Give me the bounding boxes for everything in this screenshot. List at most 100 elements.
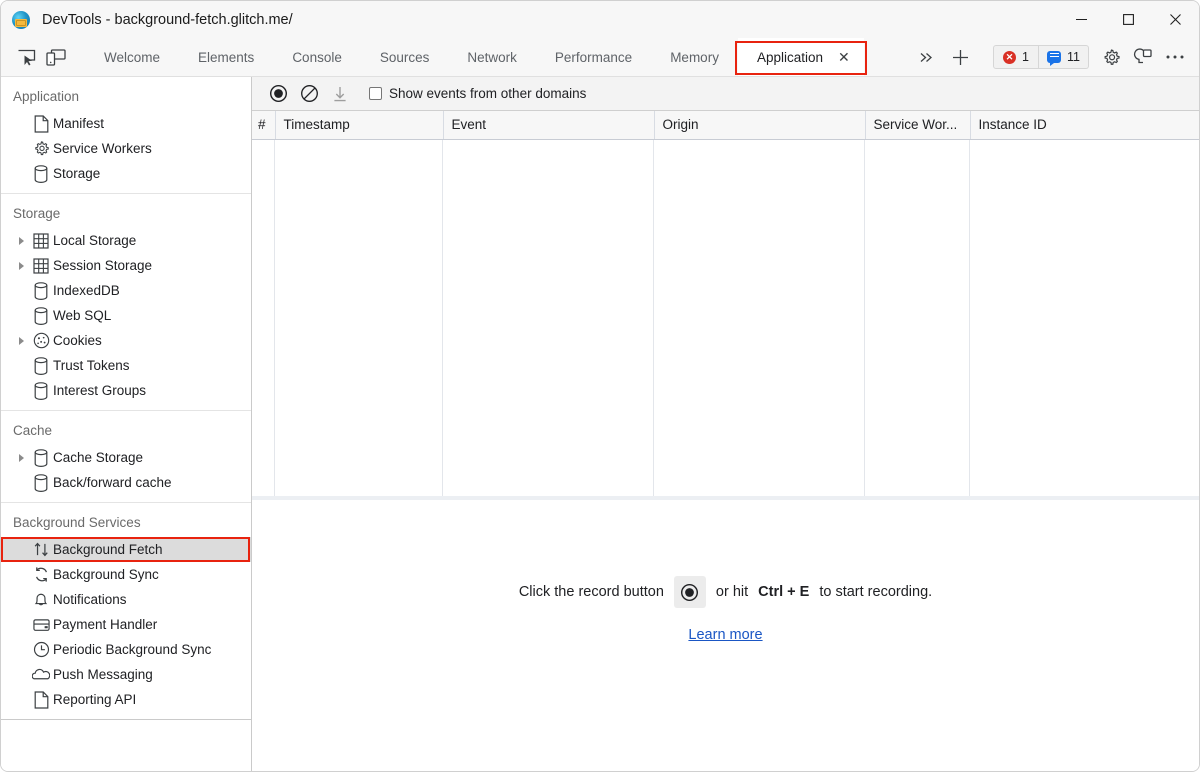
table-column-origin bbox=[654, 140, 865, 497]
sidebar-item-label: Local Storage bbox=[53, 233, 136, 248]
tab-label: Memory bbox=[670, 50, 719, 65]
application-sidebar: Application Manifest bbox=[1, 77, 252, 771]
devtools-body: Application Manifest bbox=[1, 77, 1199, 771]
empty-text-before: Click the record button bbox=[519, 584, 664, 600]
empty-text-after: to start recording. bbox=[819, 584, 932, 600]
tab-performance[interactable]: Performance bbox=[536, 38, 651, 76]
devtools-dock-icon[interactable] bbox=[1127, 38, 1159, 77]
tab-label: Welcome bbox=[104, 50, 160, 65]
message-badge[interactable]: 11 bbox=[1039, 45, 1089, 69]
section-header: Background Services bbox=[1, 511, 251, 537]
empty-state-panel: Click the record button or hit Ctrl + E … bbox=[252, 500, 1199, 771]
inspect-cursor-icon[interactable] bbox=[11, 38, 41, 76]
sidebar-item-label: Back/forward cache bbox=[53, 475, 172, 490]
table-grid-icon bbox=[29, 258, 53, 274]
events-table: # Timestamp Event Origin Service Wor... … bbox=[252, 111, 1199, 500]
sidebar-item-payment-handler[interactable]: Payment Handler bbox=[1, 612, 251, 637]
sidebar-item-service-workers[interactable]: Service Workers bbox=[1, 136, 251, 161]
ellipsis-icon[interactable] bbox=[1159, 38, 1191, 77]
sidebar-item-back-forward-cache[interactable]: Back/forward cache bbox=[1, 470, 251, 495]
column-header-origin[interactable]: Origin bbox=[654, 111, 865, 139]
tab-network[interactable]: Network bbox=[448, 38, 536, 76]
error-badge[interactable]: ✕ 1 bbox=[993, 45, 1039, 69]
column-header-service-worker[interactable]: Service Wor... bbox=[865, 111, 970, 139]
sidebar-item-background-sync[interactable]: Background Sync bbox=[1, 562, 251, 587]
expand-twisty-icon[interactable] bbox=[13, 454, 29, 462]
sidebar-item-cookies[interactable]: Cookies bbox=[1, 328, 251, 353]
issue-badges: ✕ 1 11 bbox=[993, 45, 1089, 69]
sidebar-item-label: Push Messaging bbox=[53, 667, 153, 682]
checkbox-box[interactable] bbox=[369, 87, 382, 100]
expand-twisty-icon[interactable] bbox=[13, 237, 29, 245]
tab-label: Sources bbox=[380, 50, 430, 65]
column-header-event[interactable]: Event bbox=[443, 111, 654, 139]
sidebar-item-label: Session Storage bbox=[53, 258, 152, 273]
sidebar-item-label: Background Fetch bbox=[53, 542, 163, 557]
expand-twisty-icon[interactable] bbox=[13, 337, 29, 345]
tab-label: Application bbox=[757, 50, 823, 65]
record-button[interactable] bbox=[264, 80, 292, 108]
sidebar-item-local-storage[interactable]: Local Storage bbox=[1, 228, 251, 253]
sidebar-item-label: Web SQL bbox=[53, 308, 111, 323]
sidebar-item-manifest[interactable]: Manifest bbox=[1, 111, 251, 136]
inline-record-button[interactable] bbox=[674, 576, 706, 608]
add-panel-button[interactable] bbox=[943, 38, 977, 77]
cookie-icon bbox=[29, 332, 53, 349]
cloud-icon bbox=[29, 668, 53, 681]
edge-devtools-logo-icon bbox=[12, 11, 30, 29]
tab-memory[interactable]: Memory bbox=[651, 38, 738, 76]
gear-icon bbox=[29, 140, 53, 157]
sync-circular-arrows-icon bbox=[29, 566, 53, 583]
table-column-event bbox=[443, 140, 654, 497]
minimize-button[interactable] bbox=[1058, 1, 1105, 38]
tab-elements[interactable]: Elements bbox=[179, 38, 273, 76]
clear-button[interactable] bbox=[295, 80, 323, 108]
sidebar-item-storage[interactable]: Storage bbox=[1, 161, 251, 186]
close-button[interactable] bbox=[1152, 1, 1199, 38]
tab-welcome[interactable]: Welcome bbox=[85, 38, 179, 76]
background-fetch-panel: Show events from other domains # Timesta… bbox=[252, 77, 1199, 771]
sidebar-item-reporting-api[interactable]: Reporting API bbox=[1, 687, 251, 712]
sidebar-item-session-storage[interactable]: Session Storage bbox=[1, 253, 251, 278]
tab-sources[interactable]: Sources bbox=[361, 38, 449, 76]
events-table-head: # Timestamp Event Origin Service Wor... … bbox=[252, 111, 1199, 140]
sidebar-item-web-sql[interactable]: Web SQL bbox=[1, 303, 251, 328]
show-other-domains-checkbox[interactable]: Show events from other domains bbox=[369, 86, 586, 101]
sidebar-item-indexeddb[interactable]: IndexedDB bbox=[1, 278, 251, 303]
sidebar-item-push-messaging[interactable]: Push Messaging bbox=[1, 662, 251, 687]
export-button[interactable] bbox=[326, 80, 354, 108]
sidebar-item-trust-tokens[interactable]: Trust Tokens bbox=[1, 353, 251, 378]
column-header-instance-id[interactable]: Instance ID bbox=[970, 111, 1199, 139]
bell-icon bbox=[29, 591, 53, 608]
section-header: Cache bbox=[1, 419, 251, 445]
table-column-service-worker bbox=[865, 140, 970, 497]
tab-label: Performance bbox=[555, 50, 632, 65]
device-toggle-icon[interactable] bbox=[41, 38, 71, 76]
sidebar-item-label: Cache Storage bbox=[53, 450, 143, 465]
sidebar-item-cache-storage[interactable]: Cache Storage bbox=[1, 445, 251, 470]
message-bubble-icon bbox=[1047, 51, 1061, 63]
sidebar-item-notifications[interactable]: Notifications bbox=[1, 587, 251, 612]
learn-more-link[interactable]: Learn more bbox=[688, 627, 762, 643]
close-icon[interactable]: ✕ bbox=[836, 48, 852, 66]
devtools-window: DevTools - background-fetch.glitch.me/ bbox=[0, 0, 1200, 772]
clock-icon bbox=[29, 641, 53, 658]
table-header-row: # Timestamp Event Origin Service Wor... … bbox=[252, 111, 1199, 139]
column-header-timestamp[interactable]: Timestamp bbox=[275, 111, 443, 139]
tab-application[interactable]: Application ✕ bbox=[738, 38, 864, 76]
sidebar-section-cache: Cache Cache Storage Back/forward cache bbox=[1, 411, 251, 503]
checkbox-label: Show events from other domains bbox=[389, 86, 586, 101]
maximize-button[interactable] bbox=[1105, 1, 1152, 38]
sidebar-item-background-fetch[interactable]: Background Fetch bbox=[1, 537, 251, 562]
gear-icon[interactable] bbox=[1095, 38, 1127, 77]
sidebar-item-periodic-background-sync[interactable]: Periodic Background Sync bbox=[1, 637, 251, 662]
chevron-right-double-icon[interactable] bbox=[909, 38, 943, 77]
expand-twisty-icon[interactable] bbox=[13, 262, 29, 270]
tab-console[interactable]: Console bbox=[273, 38, 361, 76]
sidebar-item-interest-groups[interactable]: Interest Groups bbox=[1, 378, 251, 403]
sidebar-item-label: Payment Handler bbox=[53, 617, 157, 632]
sidebar-item-label: Reporting API bbox=[53, 692, 136, 707]
sidebar-section-application: Application Manifest bbox=[1, 77, 251, 194]
column-header-index[interactable]: # bbox=[252, 111, 275, 139]
sidebar-item-label: Periodic Background Sync bbox=[53, 642, 211, 657]
